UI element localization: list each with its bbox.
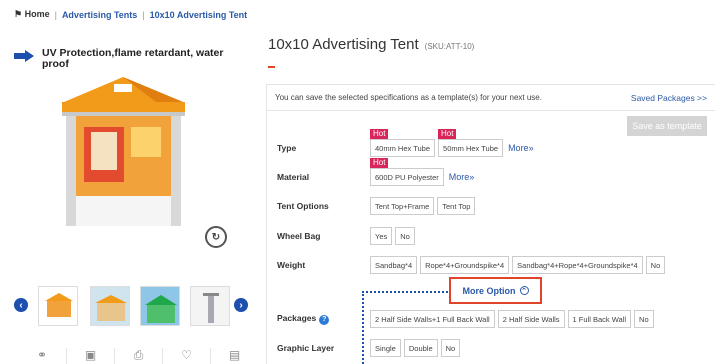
breadcrumb-separator: | [54,9,57,20]
option-50mm-hex-tube[interactable]: Hot 50mm Hex Tube [438,129,504,157]
option-row-weight: Weight Sandbag*4 Rope*4+Groundspike*4 Sa… [277,256,668,274]
option-label: Material [277,172,310,182]
option-2-half-side-walls[interactable]: 2 Half Side Walls [497,310,565,328]
option-row-packages: Packages? 2 Half Side Walls+1 Full Back … [277,310,657,328]
option-2-half-side-walls-1-full-back-wall[interactable]: 2 Half Side Walls+1 Full Back Wall [370,310,495,328]
product-sku: (SKU:ATT-10) [424,42,475,51]
heart-icon[interactable]: ♡ [162,348,210,364]
option-40mm-hex-tube[interactable]: Hot 40mm Hex Tube [370,129,436,157]
rotate-360-icon[interactable]: ↻ [205,226,227,248]
pdf-icon[interactable]: ▤ [210,348,258,364]
arrow-right-icon [14,50,34,62]
option-label: Tent Options [277,201,329,211]
breadcrumb-current[interactable]: 10x10 Advertising Tent [150,10,248,20]
template-info-bar: You can save the selected specifications… [267,85,715,111]
option-label: Weight [277,260,306,270]
image-icon[interactable]: ▣ [66,348,114,364]
thumbnail[interactable] [90,286,130,326]
thumbnail-image [141,287,179,325]
option-yes[interactable]: Yes [370,227,393,245]
option-double[interactable]: Double [403,339,438,357]
feature-highlight: UV Protection,flame retardant, water pro… [14,48,232,70]
thumbnail[interactable] [190,286,230,326]
more-option-label: More Option [462,285,516,296]
hot-badge: Hot [438,129,457,139]
option-text: 40mm Hex Tube [375,143,431,153]
option-1-full-back-wall[interactable]: 1 Full Back Wall [567,310,632,328]
option-600d-pu-polyester[interactable]: Hot 600D PU Polyester [370,158,444,186]
option-label: Packages? [277,313,370,325]
option-row-type: Type Hot 40mm Hex Tube Hot 50mm Hex Tube M… [277,129,534,157]
hot-badge: Hot [370,129,389,139]
saved-packages-link[interactable]: Saved Packages >> [631,93,707,103]
print-icon[interactable]: ⎙ [114,348,162,364]
option-text: 600D PU Polyester [375,172,439,182]
option-no[interactable]: No [395,227,415,245]
option-label: Type [277,143,297,153]
thumbnail-image [91,287,129,325]
option-row-tent-options: Tent Options Tent Top+Frame Tent Top [277,197,478,215]
option-sandbag[interactable]: Sandbag*4 [370,256,418,274]
thumbnail[interactable] [140,286,180,326]
annotation-dotted-line [362,291,364,364]
option-label: Graphic Layer [277,343,335,353]
collapse-icon: ⌃ [519,286,529,295]
thumbnail-image [191,287,229,325]
option-sandbag-rope-groundspike[interactable]: Sandbag*4+Rope*4+Groundspike*4 [512,256,643,274]
share-icon[interactable]: ⚭ [18,348,66,364]
option-tent-top[interactable]: Tent Top [437,197,476,215]
share-toolbar: ⚭ ▣ ⎙ ♡ ▤ [18,348,258,364]
options-panel: You can save the selected specifications… [266,84,715,364]
title-underline [268,66,275,68]
save-as-template-button[interactable]: Save as template [627,116,707,136]
chevron-left-icon[interactable]: ‹ [14,298,28,312]
option-row-graphic-layer: Graphic Layer Single Double No [277,339,463,357]
more-type-link[interactable]: More» [508,143,534,153]
template-info-text: You can save the selected specifications… [275,93,542,102]
packages-label-text: Packages [277,313,317,324]
product-image[interactable] [56,72,191,240]
option-rope-groundspike[interactable]: Rope*4+Groundspike*4 [420,256,510,274]
chevron-right-icon[interactable]: › [234,298,248,312]
breadcrumb-home[interactable]: ⚑ Home [14,9,50,20]
help-icon[interactable]: ? [319,314,330,325]
product-title-text: 10x10 Advertising Tent [268,36,419,53]
feature-text: UV Protection,flame retardant, water pro… [42,47,224,70]
option-single[interactable]: Single [370,339,401,357]
breadcrumb-advertising-tents[interactable]: Advertising Tents [62,10,137,20]
option-no[interactable]: No [634,310,654,328]
breadcrumb: ⚑ Home | Advertising Tents | 10x10 Adver… [14,9,247,20]
option-no[interactable]: No [440,339,461,357]
more-option-button[interactable]: More Option ⌃ [449,277,542,304]
option-tent-top-frame[interactable]: Tent Top+Frame [370,197,435,215]
breadcrumb-separator: | [142,9,145,20]
option-label: Wheel Bag [277,231,321,241]
breadcrumb-home-label[interactable]: Home [25,9,50,19]
product-title: 10x10 Advertising Tent (SKU:ATT-10) [268,36,474,53]
hot-badge: Hot [370,158,389,168]
thumbnail[interactable] [38,286,78,326]
option-row-material: Material Hot 600D PU Polyester More» [277,158,475,186]
thumbnail-image [39,287,77,325]
more-material-link[interactable]: More» [449,172,475,182]
option-no[interactable]: No [645,256,666,274]
option-text: 50mm Hex Tube [443,143,499,153]
annotation-dotted-line [362,291,448,293]
option-row-wheel-bag: Wheel Bag Yes No [277,227,418,245]
